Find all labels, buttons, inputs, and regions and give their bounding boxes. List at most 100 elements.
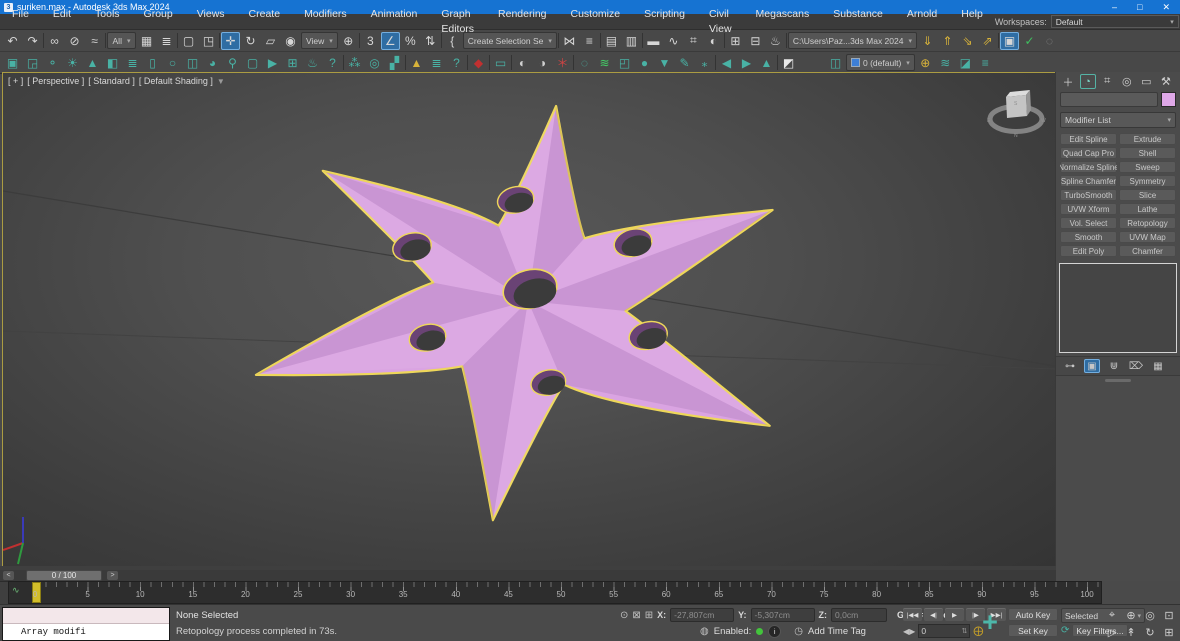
export-file-icon[interactable]: ⇑ ▾ <box>938 32 957 50</box>
percent-snap-icon[interactable]: % ▾ <box>401 32 420 50</box>
set-key-button[interactable]: Set Key <box>1008 624 1058 637</box>
redo-icon[interactable]: ↷ ▾ <box>23 32 42 50</box>
megascans-chevron-icon[interactable]: ≋ ▾ <box>595 54 614 72</box>
modifier-vol-select[interactable]: Vol. Select <box>1060 217 1117 229</box>
curve-editor-icon[interactable]: ∿ ▾ <box>664 32 683 50</box>
checklist-icon[interactable]: ≣ ▾ <box>427 54 446 72</box>
toggle-layer-explorer-icon[interactable]: ▥ ▾ <box>622 32 641 50</box>
torus-icon[interactable]: ○ ▾ <box>163 54 182 72</box>
go-to-start-button[interactable]: |◀◀ <box>903 608 922 621</box>
clock-icon[interactable]: ◷ <box>794 626 803 637</box>
separator[interactable]: ▾ <box>343 55 344 70</box>
tab-motion[interactable]: ◎ <box>1119 74 1135 89</box>
tab-hierarchy[interactable]: ⌗ <box>1099 74 1115 89</box>
mirror-icon[interactable]: ⋈ ▾ <box>560 32 579 50</box>
video-icon[interactable]: ▶ ▾ <box>263 54 282 72</box>
separator[interactable]: ▾ <box>177 33 178 48</box>
x-coordinate-field[interactable]: -27,807cm <box>670 608 734 622</box>
contrast-icon[interactable]: ◩ ▾ <box>779 54 798 72</box>
save-incremental-icon[interactable]: ⇘ ▾ <box>958 32 977 50</box>
y-coordinate-field[interactable]: -5,307cm <box>751 608 815 622</box>
walk-through-icon[interactable]: ↟ <box>1122 624 1140 640</box>
play-button[interactable]: ▶ <box>945 608 964 621</box>
palette-icon[interactable]: ◕ ▾ <box>203 54 222 72</box>
named-selection-sets-dropdown[interactable]: Create Selection Se ▾ <box>463 32 557 49</box>
select-and-place-icon[interactable]: ◉ ▾ <box>281 32 300 50</box>
show-end-result-icon[interactable]: ▣ <box>1084 359 1100 373</box>
create-layer-icon[interactable]: ⊕ ▾ <box>916 54 935 72</box>
zoom-all-icon[interactable]: ⊕ <box>1122 607 1140 623</box>
modifier-shell[interactable]: Shell <box>1119 147 1176 159</box>
bake-machine-icon[interactable]: ◰ ▾ <box>615 54 634 72</box>
modifier-lathe[interactable]: Lathe <box>1119 203 1176 215</box>
alert-icon[interactable]: ▲ ▾ <box>407 54 426 72</box>
portrait-icon[interactable]: ▯ ▾ <box>143 54 162 72</box>
separator[interactable]: ▾ <box>467 55 468 70</box>
window-crossing-icon[interactable]: ◳ ▾ <box>199 32 218 50</box>
transform-gizmo-icon[interactable]: ⊞ <box>645 610 653 621</box>
viewport-menu-general[interactable]: [ + ] <box>8 76 23 86</box>
separator[interactable]: ▾ <box>359 33 360 48</box>
modifier-smooth[interactable]: Smooth <box>1060 231 1117 243</box>
modifier-slice[interactable]: Slice <box>1119 189 1176 201</box>
select-by-name-icon[interactable]: ≣ ▾ <box>157 32 176 50</box>
key-step-icon[interactable]: ◀▶ <box>903 627 915 636</box>
spinner-snap-icon[interactable]: ⇅ ▾ <box>421 32 440 50</box>
angle-snap-icon[interactable]: ∠ ▾ <box>381 32 400 50</box>
schematic-view-icon[interactable]: ⌗ ▾ <box>684 32 703 50</box>
toggle-scene-explorer-icon[interactable]: ▤ ▾ <box>602 32 621 50</box>
select-by-layer-icon[interactable]: ◪ ▾ <box>956 54 975 72</box>
pen-icon[interactable]: ✎ ▾ <box>675 54 694 72</box>
rendered-frame-window-icon[interactable]: ⊟ ▾ <box>746 32 765 50</box>
help-circle-icon[interactable]: ? ▾ <box>323 54 342 72</box>
add-time-tag[interactable]: Add Time Tag <box>808 626 866 637</box>
modifier-uvw-map[interactable]: UVW Map <box>1119 231 1176 243</box>
current-frame-field[interactable]: 0 ⇅ <box>918 624 970 638</box>
tab-display[interactable]: ▭ <box>1138 74 1154 89</box>
separator[interactable]: ▾ <box>777 55 778 70</box>
display-toggle-icon[interactable]: ▭ ▾ <box>491 54 510 72</box>
modifier-extrude[interactable]: Extrude <box>1119 133 1176 145</box>
modifier-normalize-spline[interactable]: Normalize Spline <box>1060 161 1117 173</box>
modifier-edit-spline[interactable]: Edit Spline <box>1060 133 1117 145</box>
panel-resize-handle[interactable] <box>1105 379 1131 382</box>
prev-frame-button[interactable]: ◀| <box>924 608 943 621</box>
separator[interactable]: ▾ <box>998 33 999 48</box>
modifier-edit-poly[interactable]: Edit Poly <box>1060 245 1117 257</box>
layer-list-icon[interactable]: ◫ ▾ <box>826 54 845 72</box>
viewport-menu-shading[interactable]: [ Default Shading ] <box>139 76 213 86</box>
tab-create[interactable]: ＋ <box>1060 74 1076 89</box>
arrow-right-icon[interactable]: ▶ ▾ <box>737 54 756 72</box>
material-editor-icon[interactable]: ◐ ▾ <box>704 32 723 50</box>
object-color-swatch[interactable] <box>1161 92 1176 107</box>
modifier-quad-cap-pro[interactable]: Quad Cap Pro <box>1060 147 1117 159</box>
notes-list-icon[interactable]: ≣ ▾ <box>123 54 142 72</box>
toggle-ribbon-icon[interactable]: ▬ ▾ <box>644 32 663 50</box>
field-of-view-icon[interactable]: ▷ <box>1103 624 1121 640</box>
prev-frame-slider-button[interactable]: < <box>3 571 14 580</box>
add-create-button[interactable]: + <box>975 607 1005 637</box>
zoom-region-icon[interactable]: ⊡ <box>1160 607 1178 623</box>
maximize-viewport-icon[interactable]: ⊞ <box>1160 624 1178 640</box>
separator[interactable]: ▾ <box>724 33 725 48</box>
separator[interactable]: ▾ <box>43 33 44 48</box>
spinner-arrows-icon[interactable]: ⇅ <box>961 627 967 635</box>
vray-gem-icon[interactable]: ◆ ▾ <box>469 54 488 72</box>
next-frame-slider-button[interactable]: > <box>107 571 118 580</box>
auto-key-button[interactable]: Auto Key <box>1008 608 1058 621</box>
shuriken-model[interactable] <box>3 73 1055 567</box>
project-folder-dropdown[interactable]: C:\Users\Paz...3ds Max 2024 ▾ <box>788 32 917 49</box>
align-icon[interactable]: ≡ ▾ <box>580 32 599 50</box>
selection-ring-icon[interactable]: ◌ ▾ <box>575 54 594 72</box>
time-config-icon[interactable]: ◍ <box>700 626 709 637</box>
undo-icon[interactable]: ↶ ▾ <box>3 32 22 50</box>
save-file-icon[interactable]: ▣ ▾ <box>1000 32 1019 50</box>
sun-positioner-icon[interactable]: ☀ ▾ <box>63 54 82 72</box>
zoom-extents-icon[interactable]: ◎ <box>1141 607 1159 623</box>
separator[interactable]: ▾ <box>105 33 106 48</box>
scene-ok-icon[interactable]: ✓ ▾ <box>1020 32 1039 50</box>
listener-line[interactable]: Array modifi <box>3 624 169 640</box>
arrow-left-icon[interactable]: ◀ ▾ <box>717 54 736 72</box>
pin-stack-icon[interactable]: ⊶ <box>1062 359 1078 373</box>
layered-image-icon[interactable]: ◫ ▾ <box>183 54 202 72</box>
